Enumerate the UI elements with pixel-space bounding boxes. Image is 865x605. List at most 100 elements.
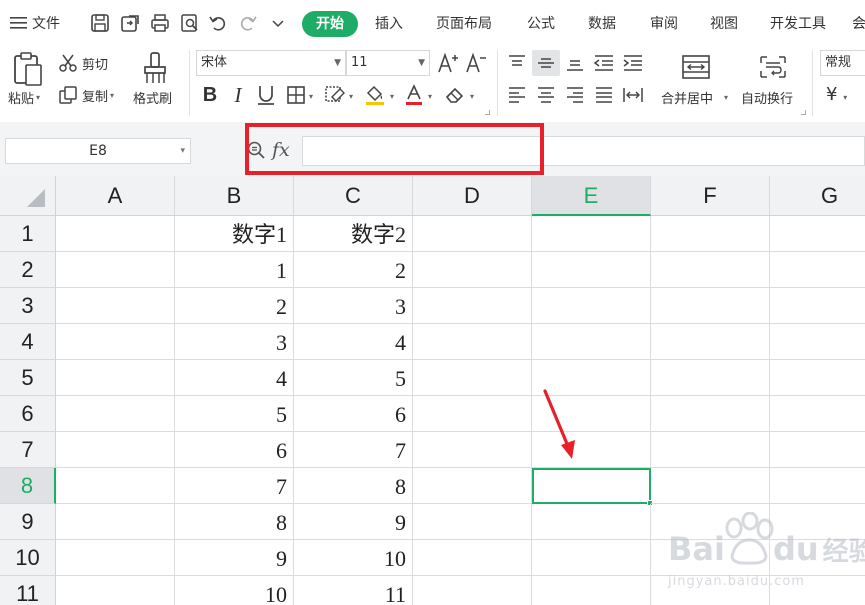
cell-d11[interactable] — [413, 576, 532, 605]
cell-style-dropdown-icon[interactable]: ▾ — [349, 92, 353, 101]
cell-g1[interactable] — [770, 216, 865, 252]
cell-f3[interactable] — [651, 288, 770, 324]
font-color-dropdown-icon[interactable]: ▾ — [428, 92, 432, 101]
cell-g8[interactable] — [770, 468, 865, 504]
currency-format-button[interactable]: ¥ ▾ — [826, 82, 847, 108]
paste-dropdown-icon[interactable]: ▾ — [36, 93, 40, 102]
format-painter-label[interactable]: 格式刷 — [133, 88, 172, 107]
cell-f4[interactable] — [651, 324, 770, 360]
tab-page-layout[interactable]: 页面布局 — [436, 11, 492, 37]
borders-dropdown-icon[interactable]: ▾ — [309, 92, 313, 101]
name-box[interactable]: E8 ▾ — [5, 138, 191, 164]
cell-d6[interactable] — [413, 396, 532, 432]
tab-view[interactable]: 视图 — [710, 11, 738, 37]
cell-e1[interactable] — [532, 216, 651, 252]
merge-center-label[interactable]: 合并居中 — [661, 88, 713, 107]
cell-c3[interactable]: 3 — [294, 288, 413, 324]
cell-c2[interactable]: 2 — [294, 252, 413, 288]
cell-g5[interactable] — [770, 360, 865, 396]
font-dialog-launcher[interactable] — [485, 110, 490, 115]
tab-data[interactable]: 数据 — [588, 11, 616, 37]
cell-g3[interactable] — [770, 288, 865, 324]
file-menu[interactable]: 文件 — [10, 10, 60, 36]
cell-b2[interactable]: 1 — [175, 252, 294, 288]
quick-access-more-button[interactable] — [266, 10, 290, 36]
row-header-1[interactable]: 1 — [0, 216, 56, 252]
tab-overflow[interactable]: 会 — [852, 11, 865, 37]
column-header-e[interactable]: E — [532, 176, 651, 216]
cell-d2[interactable] — [413, 252, 532, 288]
distributed-align-button[interactable] — [620, 82, 646, 108]
cell-d10[interactable] — [413, 540, 532, 576]
merge-center-button[interactable] — [680, 52, 712, 82]
row-header-5[interactable]: 5 — [0, 360, 56, 396]
align-right-button[interactable] — [562, 82, 588, 108]
row-header-10[interactable]: 10 — [0, 540, 56, 576]
copy-dropdown-icon[interactable]: ▾ — [110, 91, 114, 100]
print-preview-button[interactable] — [178, 10, 202, 36]
bold-button[interactable]: B — [198, 82, 222, 108]
column-header-f[interactable]: F — [651, 176, 770, 216]
column-header-g[interactable]: G — [770, 176, 865, 216]
cell-c7[interactable]: 7 — [294, 432, 413, 468]
cell-b3[interactable]: 2 — [175, 288, 294, 324]
row-header-6[interactable]: 6 — [0, 396, 56, 432]
cell-a11[interactable] — [56, 576, 175, 605]
increase-font-button[interactable] — [436, 50, 460, 76]
align-middle-button[interactable] — [532, 50, 560, 76]
cell-b6[interactable]: 5 — [175, 396, 294, 432]
merge-center-dropdown-icon[interactable]: ▾ — [724, 93, 728, 102]
undo-button[interactable] — [206, 10, 230, 36]
clear-button[interactable] — [442, 82, 468, 108]
cell-c9[interactable]: 9 — [294, 504, 413, 540]
export-button[interactable] — [118, 10, 142, 36]
increase-indent-button[interactable] — [620, 50, 646, 76]
column-header-b[interactable]: B — [175, 176, 294, 216]
clear-dropdown-icon[interactable]: ▾ — [470, 92, 474, 101]
cell-e11[interactable] — [532, 576, 651, 605]
cell-b8[interactable]: 7 — [175, 468, 294, 504]
redo-button[interactable] — [236, 10, 260, 36]
cell-c5[interactable]: 5 — [294, 360, 413, 396]
cell-f6[interactable] — [651, 396, 770, 432]
cell-b1[interactable]: 数字1 — [175, 216, 294, 252]
cell-a8[interactable] — [56, 468, 175, 504]
cell-e4[interactable] — [532, 324, 651, 360]
row-header-3[interactable]: 3 — [0, 288, 56, 324]
wrap-text-button[interactable] — [757, 52, 789, 82]
column-header-d[interactable]: D — [413, 176, 532, 216]
cell-a6[interactable] — [56, 396, 175, 432]
cell-f7[interactable] — [651, 432, 770, 468]
cut-button[interactable]: 剪切 — [58, 52, 108, 74]
cell-f2[interactable] — [651, 252, 770, 288]
row-header-11[interactable]: 11 — [0, 576, 56, 605]
cell-b5[interactable]: 4 — [175, 360, 294, 396]
number-format-select[interactable]: 常规 — [820, 50, 865, 76]
font-size-select[interactable]: 11 ▼ — [346, 50, 430, 76]
borders-button[interactable] — [284, 82, 308, 108]
cell-a3[interactable] — [56, 288, 175, 324]
cell-b7[interactable]: 6 — [175, 432, 294, 468]
cell-e3[interactable] — [532, 288, 651, 324]
cell-c8[interactable]: 8 — [294, 468, 413, 504]
cell-f1[interactable] — [651, 216, 770, 252]
row-header-9[interactable]: 9 — [0, 504, 56, 540]
cell-a4[interactable] — [56, 324, 175, 360]
cell-g4[interactable] — [770, 324, 865, 360]
cell-d7[interactable] — [413, 432, 532, 468]
paste-button[interactable] — [10, 50, 46, 88]
cell-b11[interactable]: 10 — [175, 576, 294, 605]
cell-e10[interactable] — [532, 540, 651, 576]
cell-d4[interactable] — [413, 324, 532, 360]
cell-e2[interactable] — [532, 252, 651, 288]
cell-c11[interactable]: 11 — [294, 576, 413, 605]
cell-f8[interactable] — [651, 468, 770, 504]
save-button[interactable] — [88, 10, 112, 36]
cell-b10[interactable]: 9 — [175, 540, 294, 576]
column-header-c[interactable]: C — [294, 176, 413, 216]
currency-dropdown-icon[interactable]: ▾ — [843, 93, 847, 102]
tab-formulas[interactable]: 公式 — [527, 11, 555, 37]
cell-e9[interactable] — [532, 504, 651, 540]
row-header-2[interactable]: 2 — [0, 252, 56, 288]
fill-color-button[interactable] — [362, 82, 388, 108]
